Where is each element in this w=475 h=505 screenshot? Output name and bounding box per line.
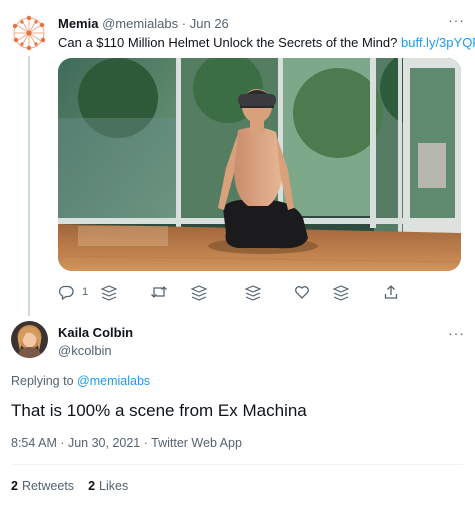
- share-action[interactable]: [383, 284, 399, 300]
- tweet-body: Can a $110 Million Helmet Unlock the Sec…: [58, 35, 398, 50]
- reply-icon: [58, 285, 74, 300]
- header-separator: ·: [181, 16, 187, 31]
- tweet-meta[interactable]: 8:54 AM · Jun 30, 2021 · Twitter Web App: [11, 436, 242, 450]
- layers-icon: [100, 285, 118, 301]
- reply-action[interactable]: 1: [58, 284, 88, 300]
- layers-icon: [332, 285, 350, 301]
- layers-icon: [190, 285, 208, 301]
- likes-stat[interactable]: 2 Likes: [88, 479, 128, 493]
- kaila-avatar[interactable]: [11, 321, 48, 358]
- parent-tweet-header: Memia @memialabs · Jun 26: [58, 16, 229, 31]
- reply-author-name[interactable]: Kaila Colbin: [58, 325, 133, 340]
- retweet-action[interactable]: [150, 284, 168, 300]
- engagement-stats: 2 Retweets 2 Likes: [11, 479, 128, 493]
- replying-handle[interactable]: @memialabs: [77, 374, 150, 388]
- reply-tweet-text: That is 100% a scene from Ex Machina: [11, 401, 307, 420]
- reply-more-options-icon[interactable]: ···: [448, 325, 465, 341]
- retweet-icon: [151, 286, 167, 298]
- reply-author-handle[interactable]: @kcolbin: [58, 343, 112, 358]
- heart-icon: [295, 286, 309, 299]
- stack-icon-1[interactable]: [100, 284, 118, 302]
- likes-count: 2: [88, 479, 96, 493]
- retweets-count: 2: [11, 479, 18, 493]
- stats-divider: [11, 464, 463, 465]
- like-action[interactable]: [294, 284, 310, 300]
- thread-connector-line: [28, 56, 30, 316]
- replying-to: Replying to @memialabs: [11, 374, 150, 388]
- likes-label: Likes: [99, 479, 129, 493]
- retweets-label: Retweets: [21, 479, 75, 493]
- tweet-media-image[interactable]: [58, 58, 461, 271]
- tweet-date[interactable]: Jun 26: [190, 16, 229, 31]
- author-handle[interactable]: @memialabs: [102, 16, 178, 31]
- stack-icon-2[interactable]: [190, 284, 208, 302]
- stack-icon-4[interactable]: [332, 284, 350, 302]
- reply-count: 1: [82, 286, 89, 298]
- layers-icon: [244, 285, 262, 301]
- share-icon: [384, 285, 398, 299]
- retweets-stat[interactable]: 2 Retweets: [11, 479, 74, 493]
- parent-tweet-text: Can a $110 Million Helmet Unlock the Sec…: [58, 35, 475, 50]
- parent-tweet[interactable]: Memia @memialabs · Jun 26 ··· Can a $110…: [0, 0, 475, 316]
- parent-tweet-actions: 1: [58, 284, 418, 304]
- tweet-link[interactable]: buff.ly/3pYQRt2: [401, 35, 475, 50]
- stack-icon-3[interactable]: [244, 284, 262, 302]
- replying-prefix: Replying to: [11, 374, 74, 388]
- more-options-icon[interactable]: ···: [448, 12, 465, 28]
- author-name[interactable]: Memia: [58, 16, 98, 31]
- memia-avatar[interactable]: [9, 13, 49, 53]
